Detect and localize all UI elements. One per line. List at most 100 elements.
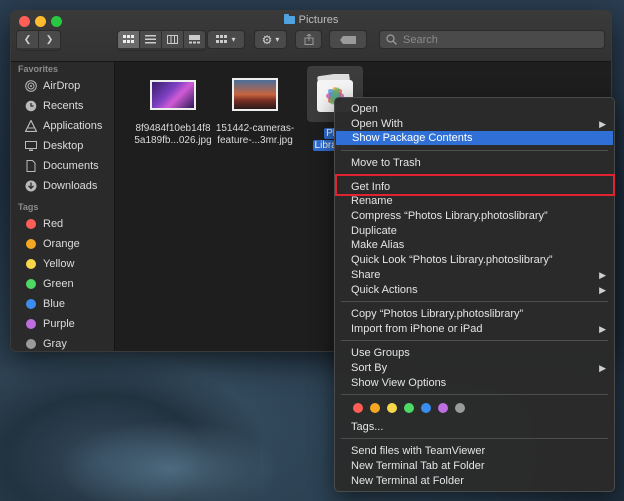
icon-view-button[interactable]	[118, 31, 140, 48]
tag-purple-dot[interactable]	[438, 403, 448, 413]
search-icon	[386, 34, 397, 45]
menu-item-duplicate[interactable]: Duplicate	[335, 224, 614, 238]
tag-blue-dot[interactable]	[421, 403, 431, 413]
sidebar-tag-blue[interactable]: Blue	[11, 294, 114, 314]
sidebar-tag-purple[interactable]: Purple	[11, 314, 114, 334]
menu-separator	[341, 394, 608, 395]
menu-item-new-terminal[interactable]: New Terminal at Folder	[335, 474, 614, 488]
sidebar-tag-label: Gray	[43, 338, 67, 350]
menu-item-make-alias[interactable]: Make Alias	[335, 238, 614, 252]
column-view-button[interactable]	[162, 31, 184, 48]
forward-button[interactable]: ❯	[39, 31, 60, 48]
search-field[interactable]	[379, 30, 605, 49]
sidebar-tag-green[interactable]: Green	[11, 274, 114, 294]
menu-separator	[341, 340, 608, 341]
sidebar-tag-orange[interactable]: Orange	[11, 234, 114, 254]
sidebar-tag-label: Yellow	[43, 258, 75, 270]
gallery-view-button[interactable]	[184, 31, 205, 48]
submenu-arrow-icon: ▶	[599, 324, 606, 334]
back-button[interactable]: ❮	[17, 31, 39, 48]
menu-item-label: Open With	[351, 118, 403, 130]
sidebar-item-recents[interactable]: Recents	[11, 96, 114, 116]
menu-item-use-groups[interactable]: Use Groups	[335, 346, 614, 360]
menu-item-share[interactable]: Share ▶	[335, 268, 614, 282]
grid-icon	[123, 35, 134, 43]
tag-color-dot	[26, 279, 36, 289]
tag-orange-dot[interactable]	[370, 403, 380, 413]
list-view-button[interactable]	[140, 31, 162, 48]
sidebar-tag-yellow[interactable]: Yellow	[11, 254, 114, 274]
gear-icon: ⚙	[261, 32, 273, 47]
menu-item-show-view-options[interactable]: Show View Options	[335, 376, 614, 390]
menu-item-quick-actions[interactable]: Quick Actions ▶	[335, 283, 614, 297]
menu-item-label: Import from iPhone or iPad	[351, 323, 483, 335]
airdrop-icon	[25, 80, 37, 92]
window-title: Pictures	[11, 14, 611, 26]
sidebar-item-downloads[interactable]: Downloads	[11, 176, 114, 196]
context-menu: Open Open With ▶ Show Package Contents Mo…	[334, 97, 615, 492]
tag-green-dot[interactable]	[404, 403, 414, 413]
menu-item-label: Show Package Contents	[352, 132, 473, 144]
sidebar-item-label: AirDrop	[43, 80, 81, 92]
desktop-wallpaper-detail	[60, 420, 280, 501]
menu-item-copy[interactable]: Copy “Photos Library.photoslibrary”	[335, 307, 614, 321]
menu-item-open-with[interactable]: Open With ▶	[335, 117, 614, 131]
action-button[interactable]: ⚙ ▾	[254, 30, 287, 49]
tags-button[interactable]	[329, 30, 367, 49]
menu-item-send-teamviewer[interactable]: Send files with TeamViewer	[335, 444, 614, 458]
tag-gray-dot[interactable]	[455, 403, 465, 413]
menu-item-label: Tags...	[351, 421, 384, 433]
sidebar-item-documents[interactable]: Documents	[11, 156, 114, 176]
sidebar-item-label: Desktop	[43, 140, 84, 152]
sidebar-tag-label: Orange	[43, 238, 80, 250]
group-by-button[interactable]: ▾	[207, 30, 245, 49]
share-icon	[304, 34, 313, 45]
tag-color-dot	[26, 339, 36, 349]
sidebar-tag-label: Green	[43, 278, 74, 290]
menu-item-label: New Terminal Tab at Folder	[351, 460, 485, 472]
menu-item-label: Send files with TeamViewer	[351, 445, 486, 457]
back-forward-control: ❮ ❯	[16, 30, 61, 51]
menu-item-tags[interactable]: Tags...	[335, 420, 614, 434]
menu-item-show-package-contents[interactable]: Show Package Contents	[336, 131, 613, 145]
menu-item-label: Move to Trash	[351, 157, 421, 169]
menu-item-compress[interactable]: Compress “Photos Library.photoslibrary”	[335, 209, 614, 223]
sidebar-item-label: Downloads	[43, 180, 98, 192]
menu-item-new-terminal-tab[interactable]: New Terminal Tab at Folder	[335, 459, 614, 473]
file-name-line2: feature-...3mr.jpg	[217, 135, 293, 146]
menu-item-label: Open	[351, 103, 378, 115]
menu-item-quick-look[interactable]: Quick Look “Photos Library.photoslibrary…	[335, 253, 614, 267]
menu-item-label: New Terminal at Folder	[351, 475, 464, 487]
sidebar-item-desktop[interactable]: Desktop	[11, 136, 114, 156]
menu-item-label: Copy “Photos Library.photoslibrary”	[351, 308, 524, 320]
menu-item-import-from-iphone[interactable]: Import from iPhone or iPad ▶	[335, 322, 614, 336]
sidebar-tag-gray[interactable]: Gray	[11, 334, 114, 351]
menu-separator	[341, 301, 608, 302]
sidebar-tag-label: Red	[43, 218, 64, 230]
tag-color-dot	[26, 259, 36, 269]
tags-header: Tags	[18, 202, 39, 212]
file-item[interactable]: 8f9484f10eb14f8 5a189fb...026.jpg	[129, 72, 217, 147]
share-button[interactable]	[295, 30, 322, 49]
sidebar-item-airdrop[interactable]: AirDrop	[11, 76, 114, 96]
tag-color-dot	[26, 299, 36, 309]
menu-item-sort-by[interactable]: Sort By ▶	[335, 361, 614, 375]
image-thumbnail	[150, 80, 196, 110]
search-input[interactable]	[401, 32, 585, 47]
sidebar-item-label: Documents	[43, 160, 99, 172]
grid-icon	[216, 35, 228, 43]
tag-red-dot[interactable]	[353, 403, 363, 413]
menu-item-move-to-trash[interactable]: Move to Trash	[335, 156, 614, 170]
sidebar-tag-red[interactable]: Red	[11, 214, 114, 234]
menu-item-open[interactable]: Open	[335, 102, 614, 116]
menu-item-label: Make Alias	[351, 239, 405, 251]
sidebar-tag-label: Purple	[43, 318, 75, 330]
tag-yellow-dot[interactable]	[387, 403, 397, 413]
file-item[interactable]: 151442-cameras- feature-...3mr.jpg	[211, 72, 299, 147]
chevron-down-icon: ▾	[275, 35, 280, 44]
menu-item-rename[interactable]: Rename	[335, 194, 614, 208]
sidebar-item-applications[interactable]: Applications	[11, 116, 114, 136]
tag-color-dot	[26, 319, 36, 329]
gallery-icon	[189, 35, 200, 44]
menu-separator	[341, 438, 608, 439]
